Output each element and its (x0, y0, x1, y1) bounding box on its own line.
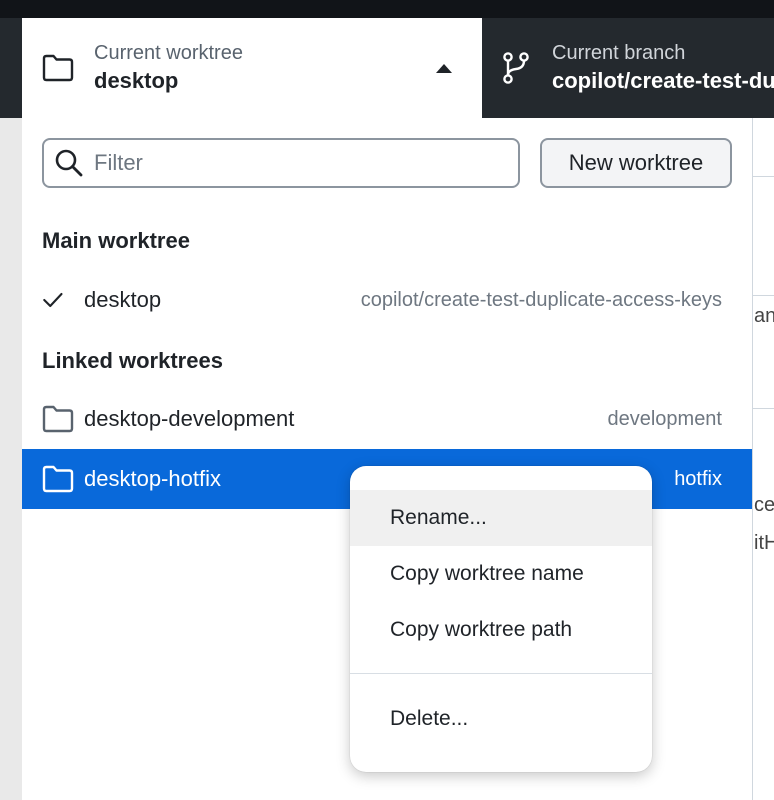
worktree-value: desktop (94, 68, 179, 93)
current-branch-button[interactable]: Current branch copilot/create-test-dupli… (482, 18, 774, 118)
background-divider (752, 295, 774, 296)
worktree-branch: hotfix (674, 467, 722, 490)
worktree-branch: copilot/create-test-duplicate-access-key… (360, 288, 722, 311)
filter-input[interactable] (94, 150, 494, 176)
branch-value: copilot/create-test-duplicate-access-key… (552, 68, 774, 93)
menu-item-delete[interactable]: Delete... (350, 691, 652, 747)
git-branch-icon (503, 52, 529, 84)
background-text-fragment: an (754, 305, 774, 327)
context-menu: Rename... Copy worktree name Copy worktr… (350, 466, 652, 772)
menu-item-copy-worktree-path[interactable]: Copy worktree path (350, 602, 652, 658)
folder-icon (42, 405, 74, 433)
search-icon (55, 149, 83, 177)
checkmark-icon (43, 292, 63, 308)
worktree-caption: Current worktree (94, 42, 243, 64)
filter-box[interactable] (42, 138, 520, 188)
worktree-name: desktop (84, 287, 162, 312)
background-divider (752, 176, 774, 177)
branch-caption: Current branch (552, 42, 686, 64)
worktree-row-desktop[interactable]: desktop copilot/create-test-duplicate-ac… (22, 270, 752, 330)
new-worktree-button[interactable]: New worktree (540, 138, 732, 188)
background-divider (752, 408, 774, 409)
folder-icon (42, 465, 74, 493)
worktree-row-desktop-development[interactable]: desktop-development development (22, 389, 752, 449)
folder-icon (42, 54, 74, 82)
menu-item-copy-worktree-name[interactable]: Copy worktree name (350, 546, 652, 602)
linked-worktrees-header: Linked worktrees (42, 348, 223, 373)
main-worktree-header: Main worktree (42, 228, 190, 253)
worktree-branch: development (607, 407, 722, 430)
current-worktree-button[interactable]: Current worktree desktop (22, 18, 482, 118)
background-text-fragment: itH (754, 532, 774, 554)
menu-separator (350, 673, 652, 674)
worktree-name: desktop-development (84, 406, 295, 431)
background-right-panel (752, 118, 774, 800)
window-titlebar (0, 0, 774, 18)
menu-item-rename[interactable]: Rename... (350, 490, 652, 546)
caret-up-icon (436, 64, 452, 73)
background-text-fragment: ce (754, 494, 774, 516)
